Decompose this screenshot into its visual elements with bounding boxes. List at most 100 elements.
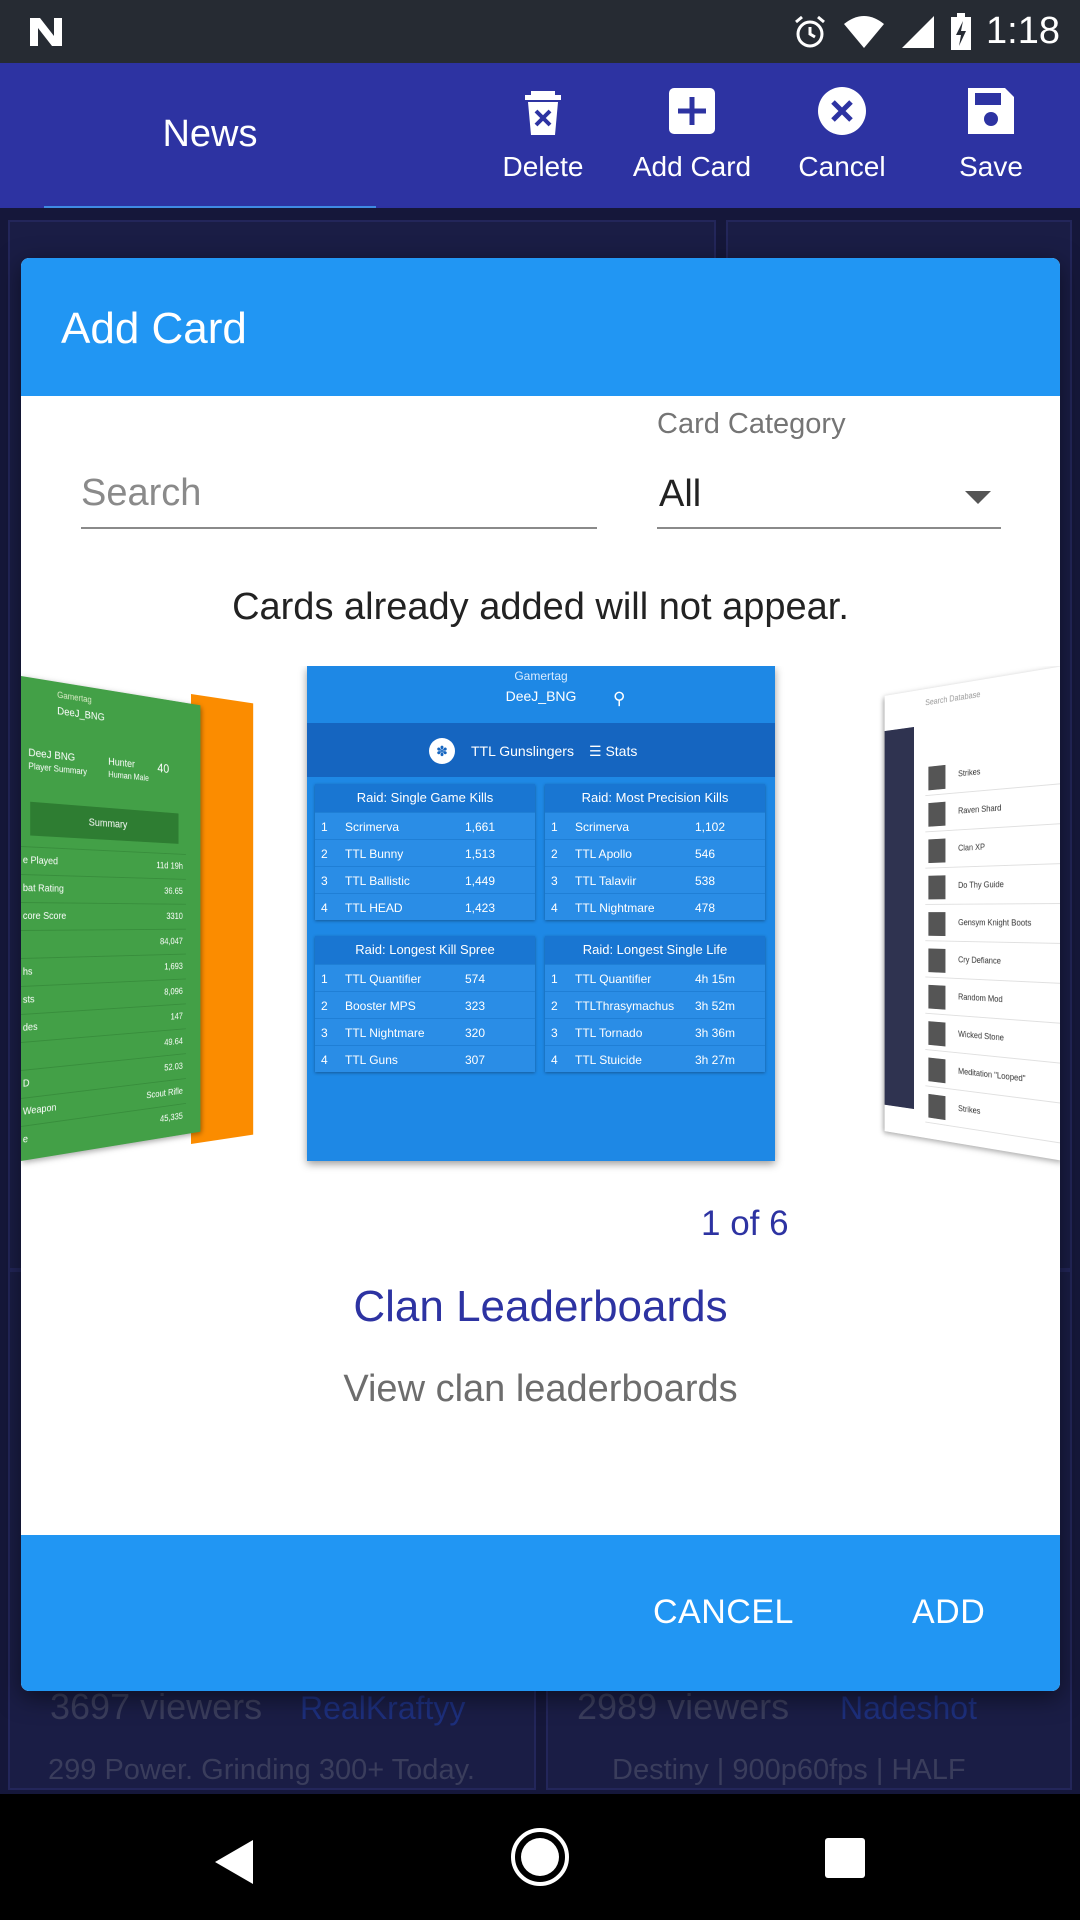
streamer-name[interactable]: RealKraftyy: [300, 1690, 465, 1727]
leaderboard-row: 4 TTL Nightmare 478: [545, 893, 765, 920]
notice-text: Cards already added will not appear.: [232, 586, 849, 628]
leaderboard-rank: 1: [551, 820, 558, 834]
stream-title: 299 Power. Grinding 300+ Today.: [48, 1754, 475, 1786]
preview-side-nav: [884, 726, 914, 1110]
item-icon: [928, 875, 946, 900]
previous-card-preview[interactable]: Gamertag DeeJ_BNG DeeJ BNG Player Summar…: [21, 676, 201, 1161]
card-carousel[interactable]: Gamertag DeeJ_BNG DeeJ BNG Player Summar…: [21, 666, 1060, 1186]
leaderboard-row: 3 TTL Tornado 3h 36m: [545, 1018, 765, 1045]
summary-value: 147: [170, 1011, 183, 1023]
dialog-add-button[interactable]: ADD: [912, 1593, 985, 1632]
leaderboard-rank: 2: [551, 999, 558, 1013]
screen: 1:18 News Delete Add Card Cancel Save 36…: [0, 0, 1080, 1920]
delete-button[interactable]: Delete: [478, 85, 608, 183]
summary-label: Weapon: [22, 1102, 57, 1118]
leaderboard-rank: 2: [321, 999, 328, 1013]
dialog-footer: CANCEL ADD: [21, 1535, 1060, 1691]
add-card-button[interactable]: Add Card: [627, 85, 757, 183]
leaderboard-name: TTL Apollo: [575, 847, 632, 861]
leaderboard-row: 1 Scrimerva 1,102: [545, 812, 765, 839]
leaderboard-value: 546: [695, 847, 716, 861]
leaderboard-value: 4h 15m: [695, 972, 736, 986]
carousel-pager: 1 of 6: [701, 1204, 789, 1243]
leaderboard-title: Raid: Longest Kill Spree: [315, 936, 535, 964]
cancel-button[interactable]: Cancel: [777, 85, 907, 183]
leaderboard-rank: 4: [551, 1053, 558, 1067]
leaderboard-name: Scrimerva: [345, 820, 400, 834]
item-name: Wicked Stone: [958, 1029, 1004, 1043]
save-button[interactable]: Save: [926, 85, 1056, 183]
leaderboard-row: 3 TTL Nightmare 320: [315, 1018, 535, 1045]
leaderboard-title: Raid: Most Precision Kills: [545, 784, 765, 812]
leaderboard-rank: 4: [321, 901, 328, 915]
leaderboard-name: Scrimerva: [575, 820, 630, 834]
wifi-icon: [844, 15, 885, 48]
delete-label: Delete: [502, 151, 584, 182]
dialog-cancel-button[interactable]: CANCEL: [653, 1593, 794, 1632]
database-row: Clan XP: [925, 826, 1060, 869]
preview-header: Gamertag DeeJ_BNG DeeJ BNG Player Summar…: [21, 676, 200, 802]
leaderboard-value: 574: [465, 972, 486, 986]
delete-icon: [525, 91, 561, 135]
summary-label: e Played: [22, 855, 58, 868]
database-row: Gensym Knight Boots: [925, 906, 1060, 944]
add-card-dialog: Add Card Card Category All Cards already…: [21, 258, 1060, 1691]
leaderboard-row: 4 TTL Guns 307: [315, 1045, 535, 1072]
item-icon: [928, 838, 946, 864]
back-icon[interactable]: [215, 1840, 253, 1884]
summary-value: 84,047: [160, 936, 183, 948]
summary-value: 1,693: [164, 961, 183, 973]
summary-value: 8,096: [164, 986, 183, 998]
summary-value: 49.64: [164, 1036, 183, 1049]
leaderboard-box: Raid: Longest Kill Spree 1 TTL Quantifier 5…: [315, 936, 535, 1072]
search-field[interactable]: [81, 463, 597, 529]
leaderboard-row: 1 TTL Quantifier 574: [315, 964, 535, 991]
leaderboard-box: Raid: Most Precision Kills 1 Scrimerva 1,10…: [545, 784, 765, 920]
leaderboard-name: TTL Tornado: [575, 1026, 643, 1040]
tab-news-label: News: [162, 113, 258, 155]
leaderboard-name: TTLThrasymachus: [575, 999, 675, 1013]
summary-value: 11d 19h: [156, 860, 183, 872]
home-icon[interactable]: [511, 1828, 569, 1886]
cancel-label: Cancel: [798, 151, 886, 182]
next-card-preview[interactable]: Search Database Strikes Raven Shard Clan X…: [884, 666, 1060, 1161]
leaderboard-value: 3h 52m: [695, 999, 736, 1013]
viewers-count: 2989 viewers: [577, 1686, 790, 1727]
leaderboard-row: 3 TTL Ballistic 1,449: [315, 866, 535, 893]
search-input[interactable]: [81, 463, 597, 523]
leaderboard-row: 1 TTL Quantifier 4h 15m: [545, 964, 765, 991]
leaderboard-value: 3h 27m: [695, 1053, 736, 1067]
system-nav-bar: [0, 1794, 1080, 1920]
streamer-name[interactable]: Nadeshot: [840, 1690, 977, 1727]
preview-class: Hunter: [108, 756, 135, 771]
clan-emblem-icon: ✽: [429, 738, 455, 764]
card-category-select[interactable]: All: [657, 463, 1001, 529]
recents-icon[interactable]: [825, 1838, 865, 1878]
leaderboard-rank: 3: [321, 874, 328, 888]
leaderboard-name: TTL HEAD: [345, 901, 403, 915]
leaderboard-rank: 1: [321, 972, 328, 986]
tab-news[interactable]: News: [44, 93, 376, 213]
preview-gamertag: DeeJ_BNG: [505, 688, 577, 704]
card-category-value: All: [659, 473, 702, 515]
leaderboard-value: 1,423: [465, 901, 496, 915]
leaderboard-row: 2 TTL Apollo 546: [545, 839, 765, 866]
leaderboard-rank: 4: [551, 901, 558, 915]
leaderboard-box: Raid: Single Game Kills 1 Scrimerva 1,661 2 T…: [315, 784, 535, 920]
leaderboard-name: TTL Stuicide: [575, 1053, 642, 1067]
summary-label: hs: [22, 966, 33, 978]
summary-value: 52.03: [164, 1061, 183, 1074]
summary-row: bat Rating 36.65: [21, 874, 186, 904]
item-name: Raven Shard: [958, 802, 1002, 816]
item-icon: [928, 912, 946, 937]
cancel-icon: [818, 87, 866, 135]
item-icon: [928, 1021, 946, 1047]
leaderboard-row: 4 TTL Stuicide 3h 27m: [545, 1045, 765, 1072]
item-name: Strikes: [958, 766, 981, 779]
item-icon: [928, 801, 946, 827]
database-row: Do Thy Guide: [925, 866, 1060, 905]
clan-leaderboards-preview[interactable]: Gamertag DeeJ_BNG ⚲ ✽ TTL Gunslingers ☰ …: [307, 666, 775, 1161]
item-icon: [928, 948, 946, 973]
leaderboard-name: TTL Ballistic: [345, 874, 410, 888]
item-name: Cry Defiance: [958, 954, 1001, 966]
